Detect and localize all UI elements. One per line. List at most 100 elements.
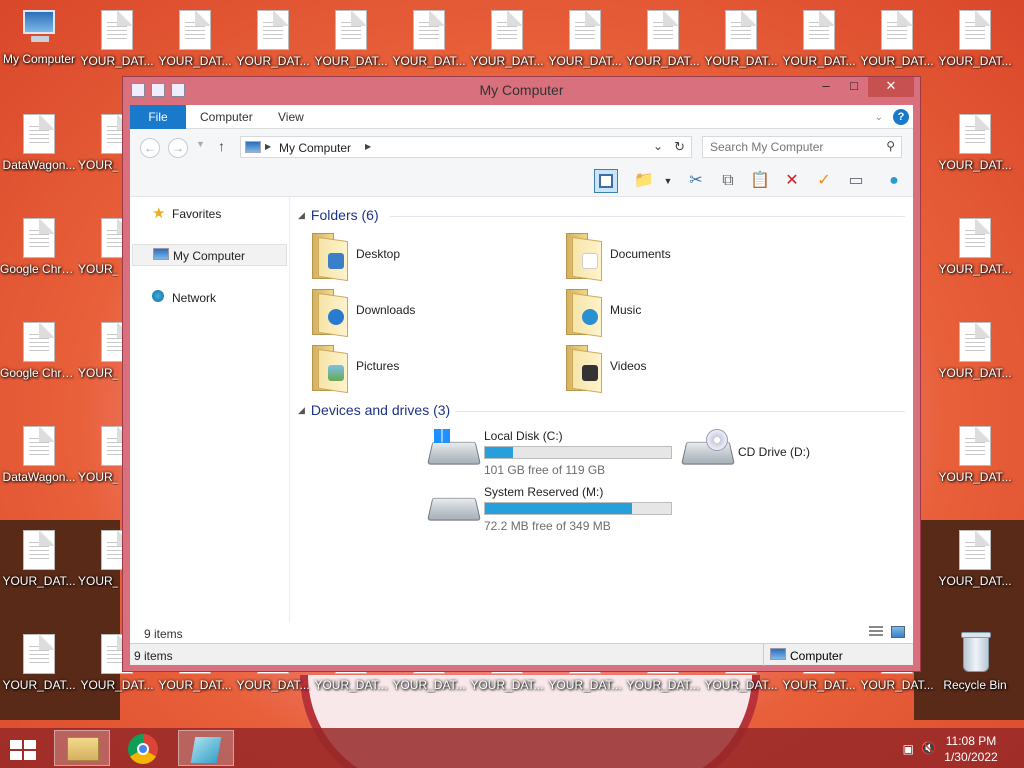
drive-item-d[interactable]: CD Drive (D:) bbox=[681, 429, 934, 481]
desktop-icon-file[interactable]: YOUR_DAT... bbox=[0, 520, 78, 616]
desktop-icon-label: Y bbox=[1014, 262, 1024, 277]
refresh-icon[interactable]: ↻ bbox=[674, 139, 685, 155]
folder-icon bbox=[566, 345, 604, 394]
folder-item-desktop[interactable]: Desktop bbox=[300, 231, 540, 283]
expand-ribbon-icon[interactable]: ⌄ bbox=[875, 112, 883, 123]
breadcrumb-chevron-icon[interactable]: ▶ bbox=[365, 142, 371, 151]
drive-item-c[interactable]: Local Disk (C:) 101 GB free of 119 GB bbox=[427, 429, 680, 481]
desktop-icon-your-data[interactable]: YOUR_DAT... bbox=[936, 0, 1014, 96]
taskbar-chrome[interactable] bbox=[116, 730, 172, 766]
large-icons-view-icon[interactable] bbox=[891, 626, 905, 638]
desktop-icon-partial[interactable]: Y bbox=[1014, 312, 1024, 408]
breadcrumb-separator-icon[interactable]: ▶ bbox=[265, 142, 271, 151]
desktop-icon-partial[interactable]: Y bbox=[1014, 416, 1024, 512]
tab-view[interactable]: View bbox=[264, 105, 318, 129]
check-icon[interactable]: ✓ bbox=[812, 169, 836, 193]
disc-icon bbox=[706, 429, 728, 451]
folder-icon bbox=[312, 345, 350, 394]
desktop-icon-your-data[interactable]: YOUR_DAT... bbox=[0, 624, 78, 720]
desktop-icon-label: YOUR_I bbox=[78, 574, 118, 588]
desktop-icon-label: YOUR_DAT... bbox=[860, 678, 934, 692]
nav-item-my-computer[interactable]: My Computer bbox=[132, 244, 287, 266]
globe-icon[interactable]: ● bbox=[882, 169, 906, 193]
desktop-icon-your-data[interactable]: YOUR_DAT... bbox=[936, 104, 1014, 200]
content-pane: ◢ Folders (6) Desktop Documents Downloads… bbox=[290, 197, 913, 641]
drive-usage-bar bbox=[484, 446, 672, 459]
cut-icon[interactable]: ✂ bbox=[684, 169, 708, 193]
desktop-icon-label: YOUR_DAT... bbox=[392, 678, 466, 692]
volume-muted-icon[interactable]: 🔇 bbox=[921, 741, 936, 755]
desktop-icon-label: YOUR_DAT... bbox=[626, 54, 700, 68]
close-button[interactable]: ✕ bbox=[868, 77, 914, 97]
minimize-button[interactable]: – bbox=[812, 77, 840, 97]
computer-icon bbox=[19, 10, 59, 46]
folder-item-downloads[interactable]: Downloads bbox=[300, 287, 540, 339]
desktop-icon-your-data[interactable]: YOUR_DAT... bbox=[936, 520, 1014, 616]
drives-group-header[interactable]: ◢ Devices and drives (3) bbox=[298, 402, 450, 418]
document-icon bbox=[647, 10, 679, 50]
desktop-icon-recycle-bin[interactable]: Recycle Bin bbox=[936, 624, 1014, 720]
delete-icon[interactable]: ✕ bbox=[780, 169, 804, 193]
desktop-icon-file[interactable]: Google Chrome.lnk... bbox=[0, 208, 78, 304]
desktop-icon-my-computer[interactable]: My Computer bbox=[0, 0, 78, 96]
desktop-icon-your-data[interactable]: YOUR_DAT... bbox=[936, 208, 1014, 304]
folder-item-documents[interactable]: Documents bbox=[554, 231, 794, 283]
desktop-icon-your-data[interactable]: YOUR_DAT... bbox=[936, 312, 1014, 408]
tab-file[interactable]: File bbox=[130, 105, 186, 129]
folder-icon bbox=[566, 233, 604, 282]
desktop-icon-label: YOUR_DAT... bbox=[782, 678, 856, 692]
address-dropdown-icon[interactable]: ⌄ bbox=[653, 139, 663, 153]
forward-button[interactable]: → bbox=[168, 138, 188, 158]
taskbar-notepad[interactable] bbox=[178, 730, 234, 766]
maximize-button[interactable]: □ bbox=[840, 77, 868, 97]
desktop-icon-file[interactable]: Google Chrome.lnk... bbox=[0, 312, 78, 408]
copy-icon[interactable]: ⧉ bbox=[716, 169, 740, 193]
tab-computer[interactable]: Computer bbox=[186, 105, 267, 129]
desktop-icon-label: YOUR_DAT... bbox=[938, 366, 1012, 380]
nav-item-favorites[interactable]: ★ Favorites bbox=[132, 203, 287, 225]
address-bar[interactable]: ▶ My Computer ▶ ⌄ ↻ bbox=[240, 136, 692, 158]
drive-item-m[interactable]: System Reserved (M:) 72.2 MB free of 349… bbox=[427, 485, 680, 537]
preview-pane-icon[interactable] bbox=[594, 169, 618, 193]
up-button[interactable]: ↑ bbox=[218, 138, 225, 154]
desktop-icon-partial[interactable]: Y bbox=[1014, 624, 1024, 720]
folder-item-music[interactable]: Music bbox=[554, 287, 794, 339]
title-bar[interactable]: My Computer – □ ✕ bbox=[123, 77, 920, 105]
taskbar-file-explorer[interactable] bbox=[54, 730, 110, 766]
paste-icon[interactable]: 📋 bbox=[748, 169, 772, 193]
options-dropdown-icon[interactable]: ▼ bbox=[656, 169, 680, 193]
desktop-icon-file[interactable]: DataWagon... bbox=[0, 416, 78, 512]
rename-icon[interactable]: ▭ bbox=[844, 169, 868, 193]
search-input[interactable] bbox=[710, 140, 880, 154]
folders-group-header[interactable]: ◢ Folders (6) bbox=[298, 207, 379, 223]
folder-icon bbox=[67, 737, 99, 761]
desktop-icon-label: Recycle Bin bbox=[943, 678, 1007, 692]
nav-item-network[interactable]: Network bbox=[132, 287, 287, 309]
folder-item-videos[interactable]: Videos bbox=[554, 343, 794, 395]
collapse-arrow-icon[interactable]: ◢ bbox=[298, 210, 305, 220]
desktop-icon-your-data[interactable]: YOUR_DAT... bbox=[936, 416, 1014, 512]
windows-logo-icon bbox=[434, 429, 450, 443]
desktop-icon-label: YOUR_I bbox=[78, 470, 118, 484]
recent-locations-icon[interactable]: ▼ bbox=[196, 139, 205, 149]
start-button[interactable] bbox=[8, 736, 38, 762]
help-icon[interactable]: ? bbox=[893, 109, 909, 125]
desktop-icon-partial[interactable]: Y bbox=[1014, 0, 1024, 96]
clock[interactable]: 11:08 PM 1/30/2022 bbox=[936, 733, 1006, 765]
folder-options-icon[interactable]: 📁 bbox=[632, 169, 656, 193]
desktop-icon-partial[interactable]: Y bbox=[1014, 104, 1024, 200]
search-icon[interactable]: ⚲ bbox=[886, 139, 895, 153]
folder-item-pictures[interactable]: Pictures bbox=[300, 343, 540, 395]
window-title: My Computer bbox=[479, 82, 564, 98]
details-view-icon[interactable] bbox=[869, 626, 883, 638]
desktop-icon-partial[interactable]: Y bbox=[1014, 520, 1024, 616]
search-box[interactable]: ⚲ bbox=[702, 136, 902, 158]
desktop-icon-partial[interactable]: Y bbox=[1014, 208, 1024, 304]
back-button[interactable]: ← bbox=[140, 138, 160, 158]
zone-indicator: Computer bbox=[763, 644, 913, 666]
breadcrumb[interactable]: My Computer bbox=[279, 141, 351, 155]
network-tray-icon[interactable]: ▣ bbox=[903, 742, 914, 756]
collapse-arrow-icon[interactable]: ◢ bbox=[298, 405, 305, 415]
desktop-icon-file[interactable]: DataWagon... bbox=[0, 104, 78, 200]
desktop-icon-label: YOUR_DAT... bbox=[2, 678, 76, 692]
